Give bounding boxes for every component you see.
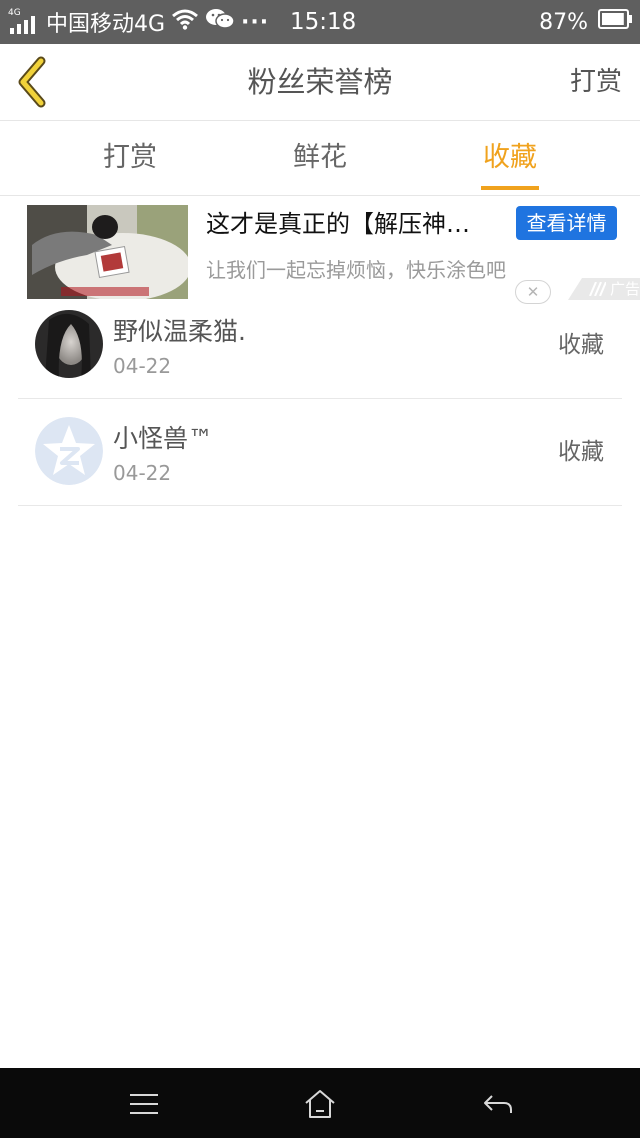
wechat-icon — [205, 7, 235, 37]
back-arrow-icon — [484, 1095, 512, 1113]
user-name: 野似温柔猫. — [113, 317, 246, 346]
wifi-icon — [171, 8, 199, 36]
home-button[interactable] — [302, 1086, 338, 1122]
page-title: 粉丝荣誉榜 — [247, 65, 393, 99]
signal-icon: 4G — [8, 8, 40, 36]
ad-banner[interactable]: 这才是真正的【解压神… 查看详情 让我们一起忘掉烦恼，快乐涂色吧 ✕ 广告 — [0, 196, 640, 304]
tab-flowers[interactable]: 鲜花 — [260, 121, 380, 195]
ad-title[interactable]: 这才是真正的【解压神… — [206, 204, 506, 244]
ad-description: 让我们一起忘掉烦恼，快乐涂色吧 — [206, 258, 506, 282]
status-left: 4G 中国移动4G ··· — [8, 0, 269, 44]
avatar[interactable] — [35, 310, 103, 378]
reward-button[interactable]: 打赏 — [570, 44, 622, 120]
clock: 15:18 — [290, 9, 357, 35]
view-details-button[interactable]: 查看详情 — [516, 206, 617, 240]
menu-button[interactable] — [126, 1086, 162, 1122]
item-date: 04-22 — [113, 354, 172, 378]
more-notifications-icon: ··· — [241, 9, 270, 35]
carrier-label: 中国移动4G — [46, 12, 166, 37]
active-tab-indicator — [481, 186, 539, 190]
item-action-label: 收藏 — [558, 439, 604, 465]
system-navigation-bar — [0, 1068, 640, 1138]
avatar[interactable] — [35, 417, 103, 485]
status-bar: 4G 中国移动4G ··· 15:18 87% — [0, 0, 640, 44]
item-action-label: 收藏 — [558, 332, 604, 358]
item-date: 04-22 — [113, 461, 172, 485]
list-item[interactable]: 小怪兽™ 04-22 收藏 — [18, 399, 622, 506]
tab-favorites[interactable]: 收藏 — [450, 121, 570, 195]
battery-percent: 87% — [539, 9, 588, 35]
status-right: 87% — [539, 0, 632, 44]
user-name: 小怪兽™ — [113, 424, 214, 453]
ad-thumbnail[interactable] — [27, 205, 188, 299]
system-back-button[interactable] — [480, 1086, 516, 1122]
top-navigation-bar: 粉丝荣誉榜 打赏 — [0, 44, 640, 121]
home-icon — [305, 1090, 335, 1118]
tab-bar: 打赏 鲜花 收藏 — [0, 121, 640, 196]
battery-icon — [598, 9, 632, 35]
fan-list: 野似温柔猫. 04-22 收藏 小怪兽™ 04-22 收藏 — [18, 292, 622, 506]
tab-reward[interactable]: 打赏 — [70, 121, 190, 195]
list-item[interactable]: 野似温柔猫. 04-22 收藏 — [18, 292, 622, 399]
menu-icon — [130, 1094, 158, 1114]
